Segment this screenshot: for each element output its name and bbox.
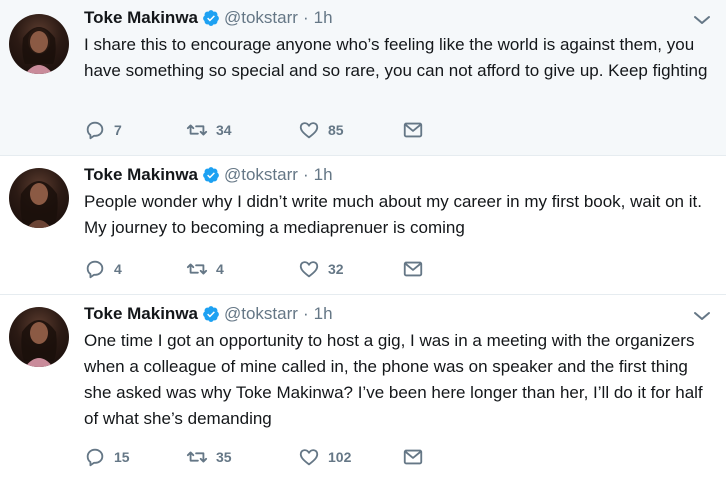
author-handle[interactable]: @tokstarr: [224, 8, 298, 28]
tweet-content: Toke Makinwa @tokstarr · 1h People wonde…: [84, 161, 712, 241]
like-count: 85: [328, 122, 344, 138]
tweet-timestamp[interactable]: 1h: [314, 8, 333, 28]
reply-count: 7: [114, 122, 122, 138]
tweet-text: People wonder why I didn’t write much ab…: [84, 192, 702, 237]
reply-icon: [86, 448, 104, 467]
timeline: Toke Makinwa @tokstarr · 1h I share this…: [0, 0, 726, 479]
avatar[interactable]: [9, 14, 69, 74]
chevron-down-icon[interactable]: [692, 10, 712, 30]
like-count: 102: [328, 449, 352, 465]
like-button[interactable]: 102: [298, 446, 402, 468]
retweet-count: 35: [216, 449, 232, 465]
tweet-header: Toke Makinwa @tokstarr · 1h: [84, 4, 712, 32]
heart-icon: [299, 449, 319, 466]
tweet[interactable]: Toke Makinwa @tokstarr · 1h People wonde…: [0, 156, 726, 295]
reply-button[interactable]: 7: [84, 119, 186, 141]
envelope-icon: [403, 122, 423, 138]
author-name[interactable]: Toke Makinwa: [84, 8, 198, 28]
heart-icon: [299, 261, 319, 278]
verified-badge-icon: [202, 9, 220, 27]
author-handle[interactable]: @tokstarr: [224, 304, 298, 324]
retweet-icon: [186, 451, 208, 463]
separator-dot: ·: [302, 165, 309, 184]
avatar[interactable]: [9, 307, 69, 367]
reply-icon: [86, 260, 104, 279]
reply-count: 4: [114, 261, 122, 277]
heart-icon: [299, 122, 319, 139]
tweet-content: Toke Makinwa @tokstarr · 1h One time I g…: [84, 300, 712, 432]
tweet[interactable]: Toke Makinwa @tokstarr · 1h One time I g…: [0, 295, 726, 479]
tweet-header: Toke Makinwa @tokstarr · 1h: [84, 161, 712, 189]
retweet-button[interactable]: 34: [186, 119, 298, 141]
verified-badge-icon: [202, 305, 220, 323]
retweet-count: 34: [216, 122, 232, 138]
tweet-text: I share this to encourage anyone who’s f…: [84, 35, 708, 80]
retweet-count: 4: [216, 261, 224, 277]
tweet-timestamp[interactable]: 1h: [314, 165, 333, 185]
reply-button[interactable]: 4: [84, 258, 186, 280]
tweet-content: Toke Makinwa @tokstarr · 1h I share this…: [84, 4, 712, 84]
envelope-icon: [403, 261, 423, 277]
verified-badge-icon: [202, 166, 220, 184]
separator-dot: ·: [302, 8, 309, 27]
retweet-button[interactable]: 35: [186, 446, 298, 468]
direct-message-button[interactable]: [402, 446, 432, 468]
tweet-text: One time I got an opportunity to host a …: [84, 331, 703, 428]
direct-message-button[interactable]: [402, 258, 432, 280]
author-name[interactable]: Toke Makinwa: [84, 304, 198, 324]
tweet-actions: 7 34 85: [84, 118, 432, 142]
tweet-timestamp[interactable]: 1h: [314, 304, 333, 324]
reply-icon: [86, 121, 104, 140]
tweet-header: Toke Makinwa @tokstarr · 1h: [84, 300, 712, 328]
like-button[interactable]: 85: [298, 119, 402, 141]
like-button[interactable]: 32: [298, 258, 402, 280]
author-name[interactable]: Toke Makinwa: [84, 165, 198, 185]
retweet-icon: [186, 263, 208, 275]
direct-message-button[interactable]: [402, 119, 432, 141]
retweet-icon: [186, 124, 208, 136]
retweet-button[interactable]: 4: [186, 258, 298, 280]
tweet-actions: 15 35 102: [84, 445, 432, 469]
like-count: 32: [328, 261, 344, 277]
separator-dot: ·: [302, 304, 309, 323]
chevron-down-icon[interactable]: [692, 306, 712, 326]
reply-count: 15: [114, 449, 130, 465]
tweet-actions: 4 4 32: [84, 257, 432, 281]
reply-button[interactable]: 15: [84, 446, 186, 468]
author-handle[interactable]: @tokstarr: [224, 165, 298, 185]
envelope-icon: [403, 449, 423, 465]
tweet[interactable]: Toke Makinwa @tokstarr · 1h I share this…: [0, 0, 726, 156]
avatar[interactable]: [9, 168, 69, 228]
